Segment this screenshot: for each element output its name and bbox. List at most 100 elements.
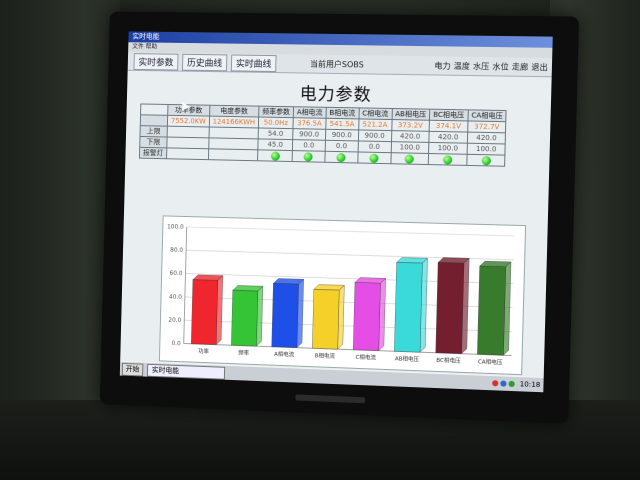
- y-axis: [184, 227, 187, 344]
- y-tick-label: 100.0: [167, 223, 184, 230]
- gridline: [187, 227, 515, 236]
- y-tick-label: 80.0: [170, 247, 183, 254]
- current-col-6: 372.7V: [467, 120, 507, 133]
- tab-history-curve[interactable]: 历史曲线: [181, 53, 228, 71]
- alarm-led-icon: [270, 151, 280, 161]
- lower-col-4: 100.0: [390, 141, 429, 154]
- alarm-cell-1: [292, 150, 325, 163]
- tab-realtime-params[interactable]: 实时参数: [133, 52, 179, 71]
- monitor-brand-plate: [295, 394, 366, 404]
- taskbar-clock: 10:18: [519, 380, 541, 390]
- bar: [312, 289, 340, 350]
- lower-col-2: 0.0: [324, 140, 359, 152]
- x-tick-label: C相电流: [355, 353, 376, 362]
- bar-chart: 0.0 20.0 40.0 60.0 80.0 100.0 功率 频率 A相电流 B相电流 C相电流…: [167, 223, 525, 366]
- alarm-led-icon: [404, 153, 415, 164]
- lower-col-3: 0.0: [357, 140, 392, 153]
- parameter-table: 功率参数 电度参数 频率参数 A相电流 B相电流 C相电流 AB相电压 BC相电…: [139, 103, 507, 167]
- menu-water-level[interactable]: 水位: [492, 61, 509, 72]
- monitor-bezel: 实时电能 文件 帮助 实时参数 历史曲线 实时曲线 当前用户SOBS 电力 温度…: [99, 11, 580, 424]
- upper-col-5: 420.0: [428, 131, 468, 144]
- current-user-label: 当前用户SOBS: [309, 59, 364, 69]
- right-menu: 电力 温度 水压 水位 走廊 退出: [434, 60, 552, 73]
- bar: [353, 282, 380, 350]
- alarm-led-icon: [481, 155, 491, 165]
- system-tray: 10:18: [491, 379, 541, 390]
- x-tick-label: B相电流: [315, 351, 336, 360]
- tray-icon-green[interactable]: [508, 380, 515, 388]
- alarm-cell-0: [257, 149, 293, 162]
- lower-col-5: 100.0: [428, 142, 468, 155]
- menu-power[interactable]: 电力: [434, 60, 451, 71]
- window-title: 实时电能: [132, 32, 160, 41]
- lower-empty-1: [166, 137, 209, 149]
- tab-realtime-curve[interactable]: 实时曲线: [230, 54, 277, 72]
- row-label-upper: 上限: [139, 125, 168, 138]
- y-tick-label: 60.0: [170, 270, 183, 277]
- bar: [231, 290, 257, 346]
- tray-icon-red[interactable]: [491, 380, 499, 387]
- x-tick-label: AB相电压: [395, 354, 420, 363]
- start-button[interactable]: 开始: [121, 362, 144, 376]
- x-tick-label: A相电流: [274, 350, 295, 359]
- menu-water-pressure[interactable]: 水压: [473, 60, 490, 71]
- header-col-4: AB相电压: [391, 108, 430, 121]
- row-label-blank: [140, 114, 168, 127]
- x-tick-label: CA相电压: [478, 357, 503, 366]
- upper-empty-1: [167, 126, 210, 138]
- alarm-empty-1: [166, 147, 209, 160]
- taskbar-item-app[interactable]: 实时电能: [146, 363, 226, 380]
- bar: [191, 280, 217, 345]
- bar-chart-panel: 0.0 20.0 40.0 60.0 80.0 100.0 功率 频率 A相电流 B相电流 C相电流…: [158, 215, 527, 376]
- upper-col-6: 420.0: [467, 132, 506, 144]
- header-col-2: B相电流: [325, 107, 359, 119]
- alarm-cell-6: [466, 154, 506, 167]
- lower-col-0: 45.0: [257, 138, 293, 151]
- current-col-0: 50.0Hz: [258, 117, 294, 129]
- menu-corridor[interactable]: 走廊: [512, 61, 529, 72]
- alarm-cell-2: [324, 151, 358, 163]
- current-col-5: 374.1V: [429, 120, 468, 133]
- header-col-3: C相电流: [358, 107, 392, 120]
- alarm-led-icon: [369, 153, 379, 163]
- y-tick-label: 40.0: [169, 293, 182, 300]
- x-tick-label: 频率: [238, 348, 250, 356]
- header-col-5: BC相电压: [429, 109, 468, 121]
- alarm-empty-2: [208, 148, 258, 161]
- current-col-2: 541.5A: [325, 118, 359, 130]
- row-label-lower: 下限: [139, 136, 168, 148]
- row-label-alarm: 报警灯: [139, 147, 167, 159]
- alarm-cell-5: [428, 153, 467, 166]
- upper-col-4: 420.0: [391, 130, 430, 143]
- alarm-cell-4: [390, 152, 429, 165]
- bar: [477, 266, 505, 355]
- upper-col-0: 54.0: [258, 127, 293, 140]
- lower-col-1: 0.0: [292, 139, 326, 152]
- alarm-cell-3: [357, 151, 391, 164]
- upper-col-1: 900.0: [292, 128, 326, 141]
- bar: [436, 262, 464, 353]
- tray-icon-blue[interactable]: [500, 380, 507, 387]
- table-corner: [140, 103, 168, 116]
- y-tick-label: 0.0: [171, 340, 181, 347]
- x-tick-label: 功率: [198, 347, 209, 355]
- current-col-3: 521.2A: [358, 118, 392, 131]
- x-tick-label: BC相电压: [436, 356, 461, 365]
- alarm-led-icon: [442, 154, 453, 165]
- total-power-value: 7552.0KW: [167, 115, 210, 127]
- menu-exit[interactable]: 退出: [531, 61, 548, 72]
- y-tick-label: 20.0: [168, 317, 181, 324]
- upper-col-2: 900.0: [325, 129, 359, 141]
- alarm-led-icon: [303, 151, 314, 161]
- bar: [394, 262, 422, 352]
- header-col-0: 频率参数: [258, 106, 294, 118]
- bar: [272, 283, 299, 347]
- header-col-1: A相电流: [293, 106, 327, 119]
- menu-temperature[interactable]: 温度: [454, 60, 471, 71]
- menu-text[interactable]: 文件 帮助: [132, 43, 157, 50]
- current-col-4: 373.2V: [391, 119, 430, 132]
- monitor-screen: 实时电能 文件 帮助 实时参数 历史曲线 实时曲线 当前用户SOBS 电力 温度…: [119, 31, 553, 393]
- header-col-6: CA相电压: [467, 109, 507, 122]
- upper-col-3: 900.0: [358, 129, 392, 142]
- alarm-led-icon: [336, 152, 346, 162]
